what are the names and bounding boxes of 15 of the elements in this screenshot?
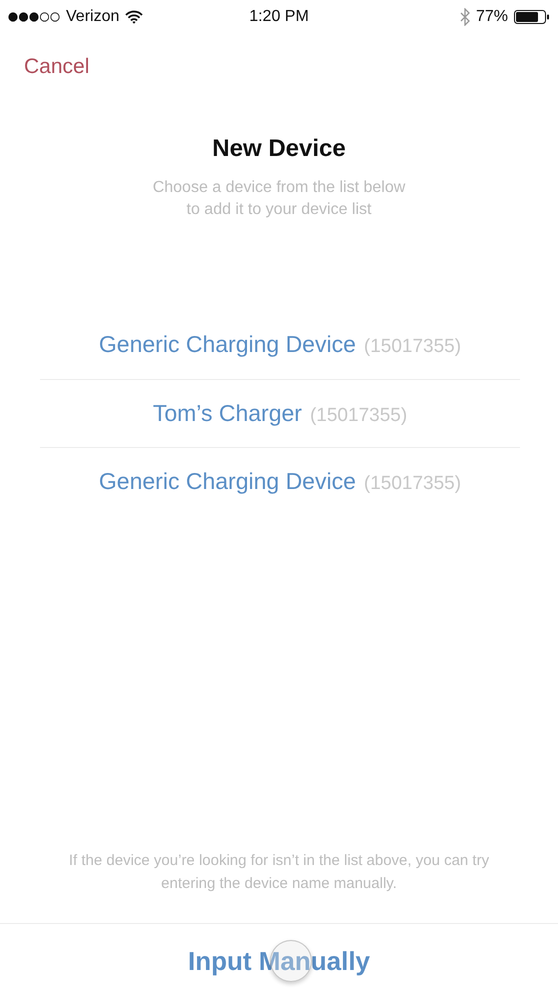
- wifi-icon: [125, 10, 144, 24]
- device-name: Tom’s Charger: [152, 400, 302, 427]
- device-name: Generic Charging Device: [98, 331, 356, 358]
- signal-icon: [8, 12, 60, 22]
- input-manually-button[interactable]: Input Manually: [180, 942, 378, 980]
- hint-text: If the device you’re looking for isn’t in the list above, you can try entering the device name manually.: [68, 851, 490, 894]
- carrier-name: Verizon: [66, 8, 120, 26]
- instruction-text: Choose a device from the list below to add it to your device list: [152, 178, 406, 220]
- clock-time: 1:20 PM: [249, 8, 309, 26]
- bluetooth-icon: [460, 8, 470, 26]
- cancel-button[interactable]: Cancel: [16, 51, 98, 83]
- battery-icon: [514, 10, 550, 24]
- device-name: Generic Charging Device: [98, 468, 356, 495]
- battery-percent: 77%: [476, 8, 508, 26]
- page-title: New Device: [211, 135, 347, 163]
